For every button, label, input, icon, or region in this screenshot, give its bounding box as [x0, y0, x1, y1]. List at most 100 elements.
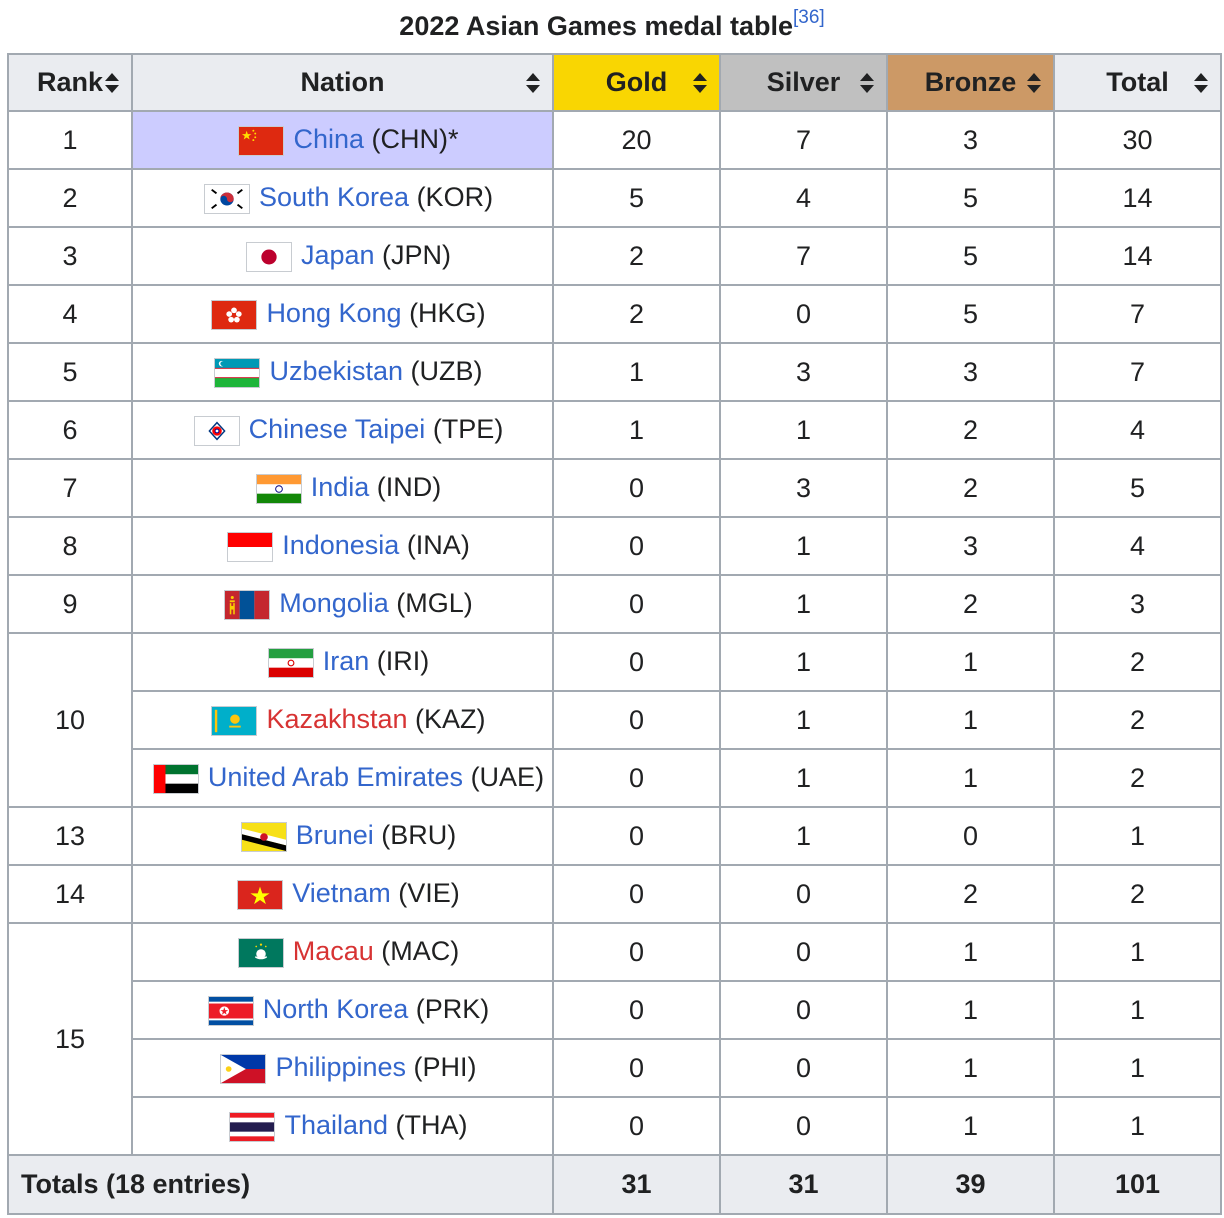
- nation-cell: Hong Kong (HKG): [131, 284, 554, 344]
- nation-link[interactable]: Mongolia: [279, 588, 389, 618]
- bronze-header[interactable]: Bronze: [886, 53, 1055, 112]
- nation-cell: Vietnam (VIE): [131, 864, 554, 924]
- nation-code: (PHI): [413, 1052, 477, 1083]
- nation-link[interactable]: South Korea: [259, 182, 409, 212]
- total-cell: 1: [1053, 1038, 1222, 1098]
- nation-code: (UAE): [470, 762, 545, 793]
- rank-cell: 14: [7, 864, 133, 924]
- nation-link[interactable]: Thailand: [284, 1110, 388, 1140]
- total-cell: 2: [1053, 864, 1222, 924]
- nation-code: (KOR): [416, 182, 494, 213]
- nation-code: (VIE): [398, 878, 460, 909]
- mongolia-flag-icon: [224, 589, 271, 620]
- silver-cell: 0: [719, 1096, 888, 1156]
- nation-code: (KAZ): [415, 704, 486, 735]
- nation-link[interactable]: Chinese Taipei: [249, 414, 426, 444]
- bronze-cell: 0: [886, 806, 1055, 866]
- table-row: 15 Macau (MAC) 0 0 1 1: [7, 922, 1222, 1156]
- silver-cell: 1: [719, 574, 888, 634]
- nation-cell: Chinese Taipei (TPE): [131, 400, 554, 460]
- nation-cell: China (CHN)*: [131, 110, 554, 170]
- table-row: 2 South Korea (KOR) 5 4 5 14: [7, 168, 1222, 228]
- gold-cell: 2: [552, 284, 721, 344]
- silver-cell: 1: [719, 632, 888, 692]
- nation-cell: Iran (IRI): [131, 632, 554, 692]
- gold-cell: 2: [552, 226, 721, 286]
- total-cell: 2: [1053, 690, 1222, 750]
- nation-link[interactable]: Philippines: [275, 1052, 406, 1082]
- nation-cell: Philippines (PHI): [131, 1038, 554, 1098]
- nation-code: (IRI): [376, 646, 430, 677]
- nation-link[interactable]: Uzbekistan: [269, 356, 403, 386]
- silver-header-label: Silver: [766, 67, 841, 97]
- table-row: Kazakhstan (KAZ) 0 1 1 2: [8, 690, 1222, 750]
- nation-link[interactable]: North Korea: [263, 994, 409, 1024]
- nation-code: (CHN)*: [371, 124, 459, 155]
- total-cell: 7: [1053, 342, 1222, 402]
- sort-icon: [526, 72, 540, 93]
- nation-link[interactable]: Iran: [323, 646, 370, 676]
- gold-cell: 0: [552, 1038, 721, 1098]
- reference-link[interactable]: [36]: [793, 7, 825, 28]
- nation-cell: Mongolia (MGL): [131, 574, 554, 634]
- caption-title: 2022 Asian Games medal table: [399, 11, 793, 41]
- nation-link[interactable]: Vietnam: [292, 878, 391, 908]
- bronze-cell: 2: [886, 400, 1055, 460]
- nation-link[interactable]: India: [311, 472, 370, 502]
- gold-cell: 0: [552, 1096, 721, 1156]
- hong-kong-flag-icon: [211, 299, 258, 330]
- bronze-cell: 1: [886, 632, 1055, 692]
- total-cell: 4: [1053, 400, 1222, 460]
- nation-link[interactable]: China: [293, 124, 364, 154]
- table-row: 5 Uzbekistan (UZB) 1 3 3 7: [7, 342, 1222, 402]
- nation-link[interactable]: Hong Kong: [266, 298, 401, 328]
- bronze-cell: 5: [886, 284, 1055, 344]
- india-flag-icon: [255, 473, 302, 504]
- nation-link[interactable]: Japan: [301, 240, 375, 270]
- silver-cell: 1: [719, 806, 888, 866]
- vietnam-flag-icon: [237, 879, 284, 910]
- bronze-cell: 1: [886, 980, 1055, 1040]
- rank-cell: 4: [7, 284, 133, 344]
- total-cell: 1: [1053, 980, 1222, 1040]
- gold-cell: 0: [552, 574, 721, 634]
- nation-header[interactable]: Nation: [131, 53, 554, 112]
- bronze-cell: 3: [886, 516, 1055, 576]
- bronze-cell: 1: [886, 922, 1055, 982]
- rank-header[interactable]: Rank: [7, 53, 133, 112]
- nation-code: (MGL): [396, 588, 473, 619]
- nation-cell: North Korea (PRK): [131, 980, 554, 1040]
- rank-cell: 13: [7, 806, 133, 866]
- gold-header[interactable]: Gold: [552, 53, 721, 112]
- bronze-header-label: Bronze: [924, 67, 1017, 97]
- nation-link[interactable]: United Arab Emirates: [208, 762, 463, 792]
- macau-flag-icon: [237, 937, 284, 968]
- nation-link[interactable]: Brunei: [296, 820, 374, 850]
- gold-cell: 1: [552, 342, 721, 402]
- nation-link[interactable]: Kazakhstan: [266, 704, 407, 734]
- total-cell: 2: [1053, 632, 1222, 692]
- nation-link[interactable]: Indonesia: [282, 530, 399, 560]
- bronze-cell: 2: [886, 864, 1055, 924]
- nation-code: (INA): [406, 530, 470, 561]
- medal-table: Rank Nation Gold Silver Bronze Total 1 Ch…: [7, 53, 1222, 1215]
- sort-icon: [693, 72, 707, 93]
- gold-cell: 0: [552, 748, 721, 808]
- nation-cell: India (IND): [131, 458, 554, 518]
- silver-header[interactable]: Silver: [719, 53, 888, 112]
- philippines-flag-icon: [220, 1053, 267, 1084]
- total-header[interactable]: Total: [1053, 53, 1222, 112]
- table-row: United Arab Emirates (UAE) 0 1 1 2: [8, 748, 1222, 808]
- nation-cell: Indonesia (INA): [131, 516, 554, 576]
- table-row: 7 India (IND) 0 3 2 5: [7, 458, 1222, 518]
- brunei-flag-icon: [240, 821, 287, 852]
- sort-icon: [860, 72, 874, 93]
- japan-flag-icon: [245, 241, 292, 272]
- rank-cell: 15: [7, 922, 133, 1156]
- silver-cell: 0: [719, 1038, 888, 1098]
- nation-link[interactable]: Macau: [293, 936, 374, 966]
- table-row: 3 Japan (JPN) 2 7 5 14: [7, 226, 1222, 286]
- table-row: 14 Vietnam (VIE) 0 0 2 2: [7, 864, 1222, 924]
- table-caption: 2022 Asian Games medal table[36]: [0, 6, 1224, 46]
- silver-cell: 0: [719, 922, 888, 982]
